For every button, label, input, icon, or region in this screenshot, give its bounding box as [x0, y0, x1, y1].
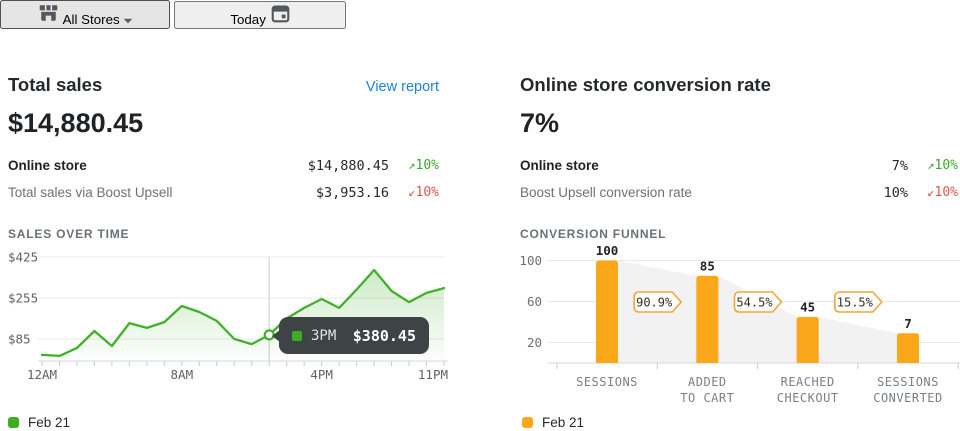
- metric-row-value: 7%: [892, 158, 908, 174]
- storefront-icon: [37, 2, 60, 24]
- metric-row-delta: ↙10%: [908, 185, 958, 200]
- metric-row-label: Boost Upsell conversion rate: [520, 185, 884, 200]
- conversion-rate-card: Online store conversion rate 7% Online s…: [520, 74, 958, 417]
- funnel-legend: Feb 21: [522, 415, 584, 430]
- metric-row-label: Online store: [520, 158, 892, 173]
- svg-text:85: 85: [700, 258, 715, 273]
- metric-row-label: Online store: [8, 158, 308, 173]
- svg-text:20: 20: [527, 335, 542, 350]
- conversion-rate-title: Online store conversion rate: [520, 74, 771, 96]
- svg-text:60: 60: [527, 294, 542, 309]
- total-sales-header: Total sales View report: [8, 74, 439, 98]
- svg-text:11PM: 11PM: [418, 367, 448, 382]
- metric-row-label: Total sales via Boost Upsell: [8, 185, 316, 200]
- store-filter-label: All Stores: [63, 12, 120, 27]
- total-sales-card: Total sales View report $14,880.45 Onlin…: [8, 74, 439, 391]
- conversion-rate-value: 7%: [520, 108, 958, 139]
- svg-text:TO CART: TO CART: [680, 391, 734, 405]
- arrow-up-right-icon: ↗: [927, 158, 934, 172]
- metric-row-value: $14,880.45: [308, 158, 389, 174]
- metric-row-delta: ↗10%: [908, 158, 958, 173]
- svg-text:4PM: 4PM: [310, 367, 333, 382]
- store-filter-button[interactable]: All Stores: [0, 0, 170, 29]
- calendar-icon: [270, 3, 291, 24]
- total-sales-title: Total sales: [8, 74, 102, 96]
- total-sales-value: $14,880.45: [8, 108, 439, 139]
- tooltip-value: $380.45: [353, 327, 416, 345]
- sales-legend: Feb 21: [8, 415, 70, 430]
- conversion-funnel-chart[interactable]: 20 60 100 100 85 45 7 90.9% 54.5% 15.5% SESSIONS AD…: [520, 241, 958, 417]
- sales-over-time-chart[interactable]: $85$255$42512AM8AM4PM11PM 3PM $380.45: [8, 251, 439, 391]
- conversion-funnel-svg: 20 60 100 100 85 45 7 90.9% 54.5% 15.5% SESSIONS AD…: [520, 241, 960, 409]
- svg-text:ADDED: ADDED: [688, 375, 727, 389]
- svg-text:REACHED: REACHED: [781, 375, 835, 389]
- arrow-up-right-icon: ↗: [408, 158, 415, 172]
- svg-text:$425: $425: [8, 251, 38, 265]
- conversion-rate-breakdown: Online store7%↗10%Boost Upsell conversio…: [520, 152, 958, 206]
- svg-text:45: 45: [800, 299, 815, 314]
- metric-row-value: $3,953.16: [316, 185, 389, 201]
- svg-text:100: 100: [520, 253, 542, 268]
- tooltip-time: 3PM: [311, 328, 336, 344]
- arrow-down-left-icon: ↙: [927, 185, 934, 199]
- svg-text:$255: $255: [8, 291, 38, 306]
- tooltip-series-swatch: [292, 331, 302, 341]
- metric-row: Online store$14,880.45↗10%: [8, 152, 439, 179]
- svg-text:100: 100: [596, 243, 619, 258]
- metric-row-delta: ↙10%: [389, 185, 439, 200]
- total-sales-breakdown: Online store$14,880.45↗10%Total sales vi…: [8, 152, 439, 206]
- sales-legend-label: Feb 21: [28, 415, 70, 430]
- analytics-dashboard: All Stores Today Total sales View report…: [0, 0, 960, 431]
- conversion-funnel-label: CONVERSION FUNNEL: [520, 227, 958, 241]
- svg-text:SESSIONS: SESSIONS: [877, 375, 939, 389]
- svg-text:54.5%: 54.5%: [736, 295, 773, 309]
- chart-tooltip: 3PM $380.45: [279, 317, 429, 354]
- metric-row-delta: ↗10%: [389, 158, 439, 173]
- legend-swatch-orange: [522, 417, 533, 428]
- svg-text:15.5%: 15.5%: [837, 295, 874, 309]
- svg-text:SESSIONS: SESSIONS: [576, 375, 638, 389]
- metric-row: Total sales via Boost Upsell$3,953.16↙10…: [8, 179, 439, 206]
- funnel-legend-label: Feb 21: [542, 415, 584, 430]
- arrow-down-left-icon: ↙: [408, 185, 415, 199]
- svg-text:7: 7: [904, 316, 912, 331]
- legend-swatch-green: [8, 417, 19, 428]
- sales-over-time-label: SALES OVER TIME: [8, 227, 439, 241]
- svg-text:$85: $85: [8, 332, 31, 347]
- conversion-rate-header: Online store conversion rate: [520, 74, 958, 98]
- metric-row-value: 10%: [884, 185, 908, 201]
- svg-text:CHECKOUT: CHECKOUT: [777, 391, 839, 405]
- chevron-down-icon: [123, 18, 133, 24]
- view-report-link[interactable]: View report: [366, 79, 439, 95]
- svg-text:90.9%: 90.9%: [636, 295, 673, 309]
- svg-text:8AM: 8AM: [171, 367, 194, 382]
- date-filter-label: Today: [230, 12, 266, 27]
- svg-text:12AM: 12AM: [27, 367, 57, 382]
- date-filter-button[interactable]: Today: [174, 1, 346, 29]
- metric-row: Online store7%↗10%: [520, 152, 958, 179]
- metric-row: Boost Upsell conversion rate10%↙10%: [520, 179, 958, 206]
- svg-text:CONVERTED: CONVERTED: [873, 391, 943, 405]
